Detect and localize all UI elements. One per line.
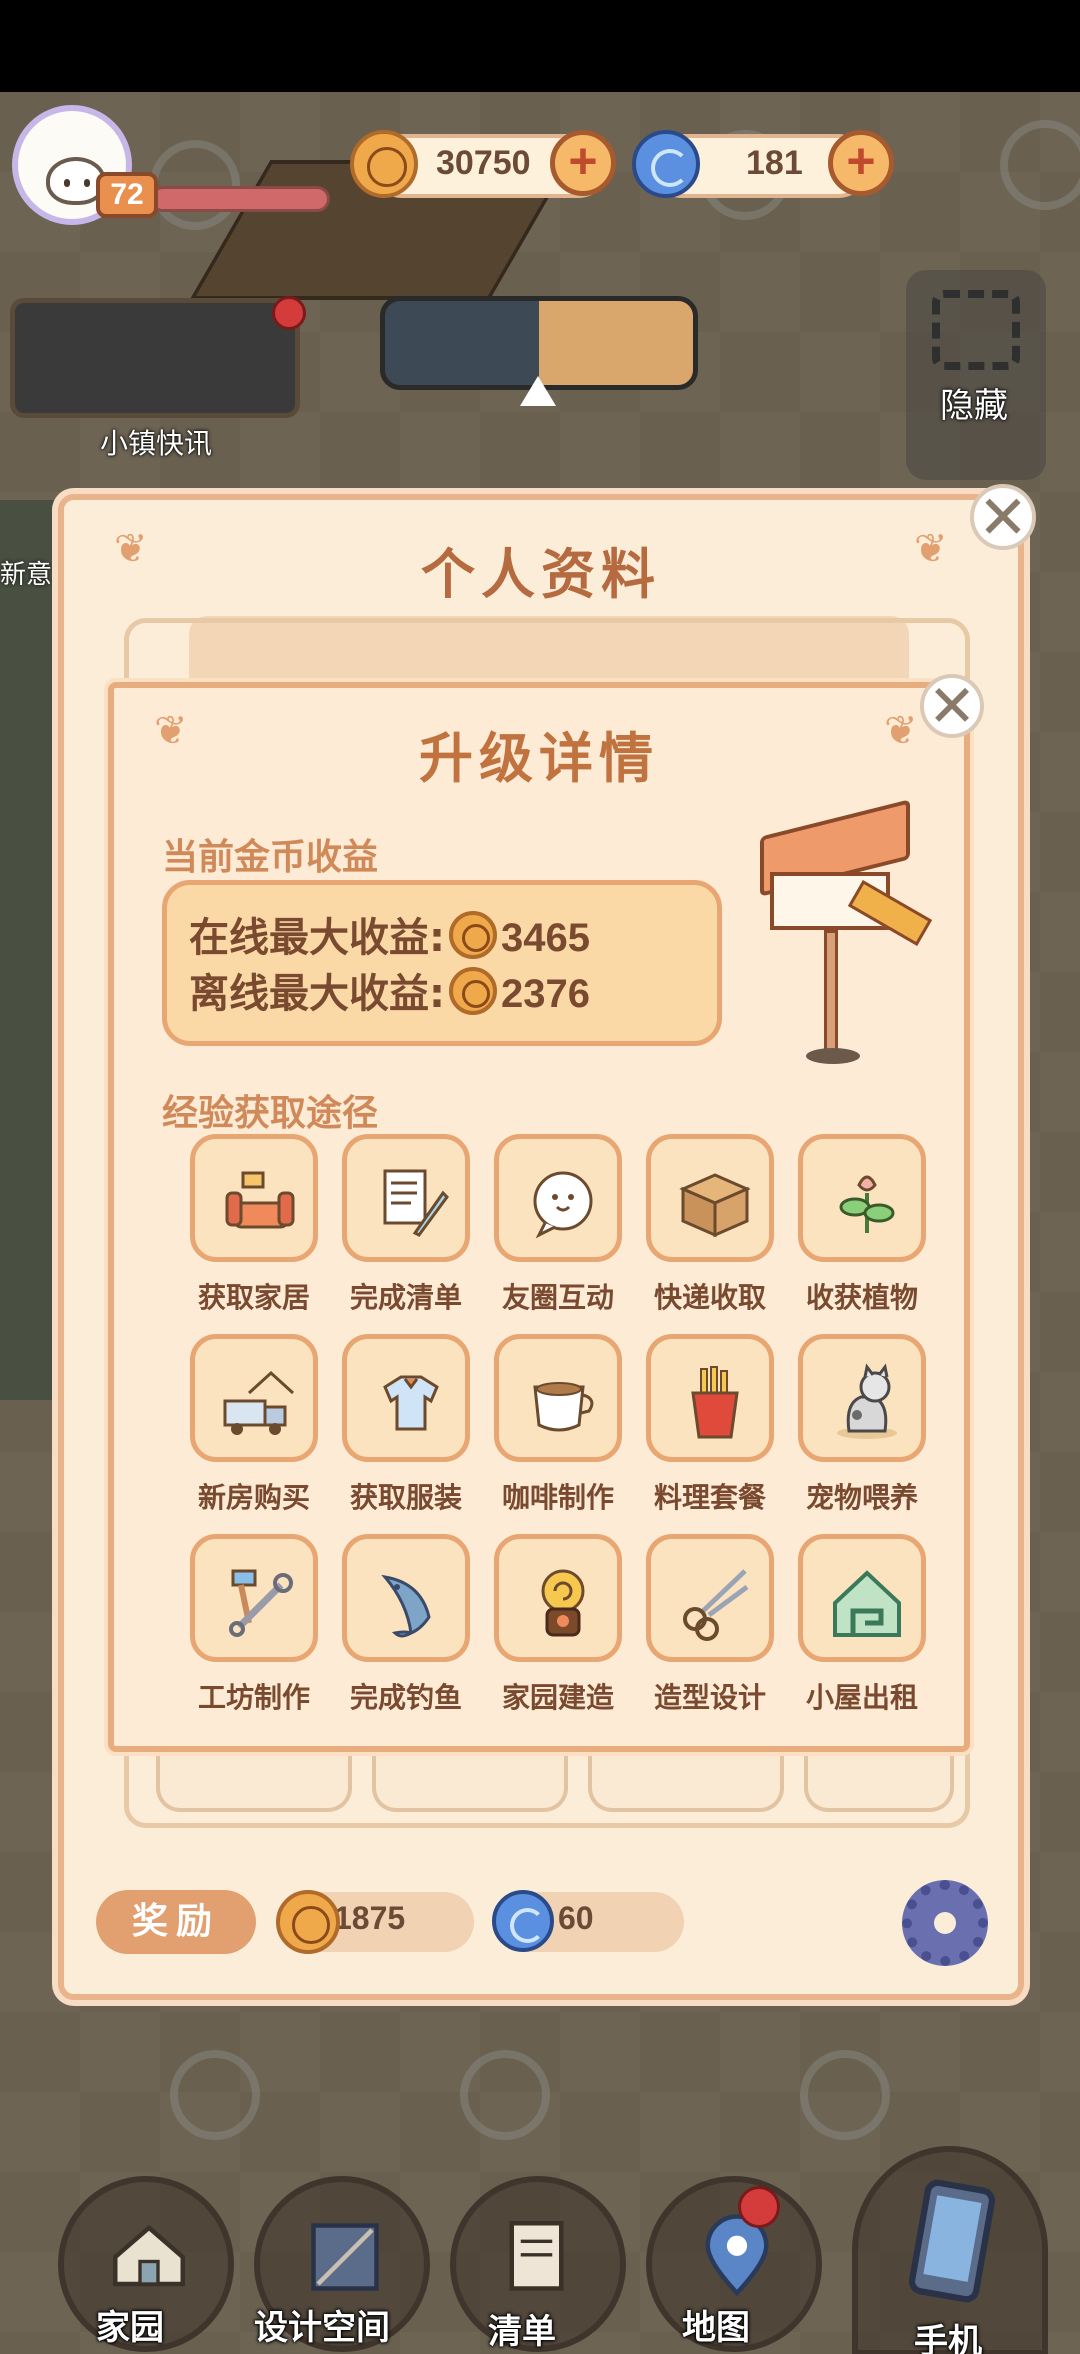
cat-icon — [837, 1363, 897, 1439]
exp-source-label: 家园建造 — [501, 1681, 614, 1714]
exp-source-label: 收获植物 — [805, 1281, 918, 1314]
coin-icon — [350, 130, 418, 198]
sofa-icon — [225, 1171, 295, 1229]
exp-source-label: 造型设计 — [653, 1681, 766, 1714]
gem-icon — [632, 130, 700, 198]
profile-close-button[interactable]: ✕ — [970, 484, 1036, 550]
shirt-icon — [383, 1375, 439, 1431]
offline-income-row: 离线最大收益: 2376 — [189, 961, 590, 1019]
reward-coins-value: 1875 — [334, 1900, 406, 1936]
exp-source-label: 小屋出租 — [805, 1681, 918, 1714]
reward-label: 奖励 — [96, 1890, 256, 1954]
add-coins-button[interactable]: + — [550, 130, 616, 196]
exp-source-item[interactable]: 快递收取 — [634, 1134, 786, 1324]
pointer-arrow-icon — [520, 376, 556, 406]
exp-source-item[interactable]: 小屋出租 — [786, 1534, 938, 1724]
gem-icon — [492, 1890, 554, 1952]
mailbox-icon — [754, 799, 934, 1078]
hide-ui-button[interactable]: 隐藏 — [906, 270, 1046, 480]
profile-title: 个人资料 — [421, 543, 661, 606]
modal-close-button[interactable]: ✕ — [920, 674, 984, 738]
moving-truck-icon — [223, 1370, 295, 1435]
status-bar — [0, 0, 1080, 92]
side-label[interactable]: 新意 — [0, 554, 52, 591]
exp-source-item[interactable]: 造型设计 — [634, 1534, 786, 1724]
exp-source-label: 完成钓鱼 — [349, 1681, 462, 1714]
exp-source-item[interactable]: 工坊制作 — [178, 1534, 330, 1724]
offline-income-label: 离线最大收益: — [189, 971, 445, 1017]
exp-source-label: 咖啡制作 — [501, 1481, 614, 1514]
exp-source-item[interactable]: 获取服装 — [330, 1334, 482, 1524]
coin-icon — [276, 1890, 340, 1954]
exp-source-label: 友圈互动 — [501, 1281, 614, 1314]
checklist-icon — [509, 2221, 564, 2291]
coin-icon — [449, 911, 497, 959]
exp-source-label: 料理套餐 — [653, 1481, 766, 1514]
exp-source-item[interactable]: 友圈互动 — [482, 1134, 634, 1324]
town-news-label[interactable]: 小镇快讯 — [100, 422, 212, 462]
checklist-icon — [383, 1169, 449, 1237]
nav-map-label[interactable]: 地图 — [682, 2300, 750, 2349]
exp-source-label: 宠物喂养 — [805, 1481, 918, 1514]
notification-dot — [272, 296, 306, 330]
chat-bubble-icon — [533, 1171, 593, 1239]
exp-source-label: 获取家居 — [197, 1281, 310, 1314]
online-income-row: 在线最大收益: 3465 — [189, 905, 590, 963]
phone-icon — [908, 2179, 996, 2303]
exp-source-item[interactable]: 收获植物 — [786, 1134, 938, 1324]
offline-income-value: 2376 — [501, 972, 590, 1016]
parcel-box-icon — [679, 1173, 751, 1238]
exp-source-label: 快递收取 — [653, 1281, 766, 1314]
exp-source-label: 获取服装 — [349, 1481, 462, 1514]
modal-title: 升级详情 — [419, 727, 659, 790]
coin-icon — [449, 967, 497, 1015]
exp-source-item[interactable]: 完成清单 — [330, 1134, 482, 1324]
house-icon — [113, 2224, 185, 2287]
nav-list-label[interactable]: 清单 — [488, 2304, 556, 2353]
settings-gear-icon[interactable] — [902, 1880, 988, 1966]
exp-source-label: 工坊制作 — [197, 1681, 310, 1714]
gem-value: 181 — [746, 144, 803, 182]
upgrade-details-modal: ❦ ❦ 升级详情 ✕ 当前金币收益 在线最大收益: 3465 离线最大收益: 237… — [108, 674, 984, 1752]
plant-icon — [839, 1175, 895, 1233]
exp-source-item[interactable]: 咖啡制作 — [482, 1334, 634, 1524]
income-box: 在线最大收益: 3465 离线最大收益: 2376 — [162, 880, 722, 1046]
experience-bar — [150, 186, 330, 212]
reward-gems-value: 60 — [558, 1900, 594, 1936]
blueprint-icon — [311, 2223, 379, 2291]
fish-icon — [381, 1574, 431, 1638]
hide-label: 隐藏 — [940, 386, 1008, 426]
nav-home-label[interactable]: 家园 — [96, 2300, 164, 2349]
tools-icon — [229, 1569, 293, 1637]
exp-section-title: 经验获取途径 — [162, 1093, 379, 1134]
exp-source-item[interactable]: 新房购买 — [178, 1334, 330, 1524]
add-gems-button[interactable]: + — [828, 130, 894, 196]
house-key-icon — [833, 1570, 901, 1637]
exp-source-item[interactable]: 料理套餐 — [634, 1334, 786, 1524]
coffee-cup-icon — [533, 1382, 594, 1432]
exp-source-item[interactable]: 获取家居 — [178, 1134, 330, 1324]
exp-source-label: 完成清单 — [349, 1281, 462, 1314]
online-income-label: 在线最大收益: — [189, 915, 445, 961]
exp-source-item[interactable]: 完成钓鱼 — [330, 1534, 482, 1724]
fullscreen-icon — [932, 290, 1020, 370]
snail-house-icon — [541, 1569, 585, 1637]
scissors-icon — [683, 1569, 749, 1641]
level-badge: 72 — [96, 172, 158, 218]
nav-phone-label[interactable]: 手机 — [914, 2314, 982, 2354]
notification-dot — [738, 2186, 780, 2228]
online-income-value: 3465 — [501, 916, 590, 960]
fries-icon — [691, 1366, 739, 1439]
nav-design-label[interactable]: 设计空间 — [254, 2300, 390, 2349]
exp-source-item[interactable]: 家园建造 — [482, 1534, 634, 1724]
income-section-title: 当前金币收益 — [162, 837, 379, 878]
exp-source-label: 新房购买 — [197, 1481, 310, 1514]
exp-source-item[interactable]: 宠物喂养 — [786, 1334, 938, 1524]
town-news-thumbnail[interactable] — [10, 298, 300, 418]
coin-value: 30750 — [436, 144, 531, 182]
